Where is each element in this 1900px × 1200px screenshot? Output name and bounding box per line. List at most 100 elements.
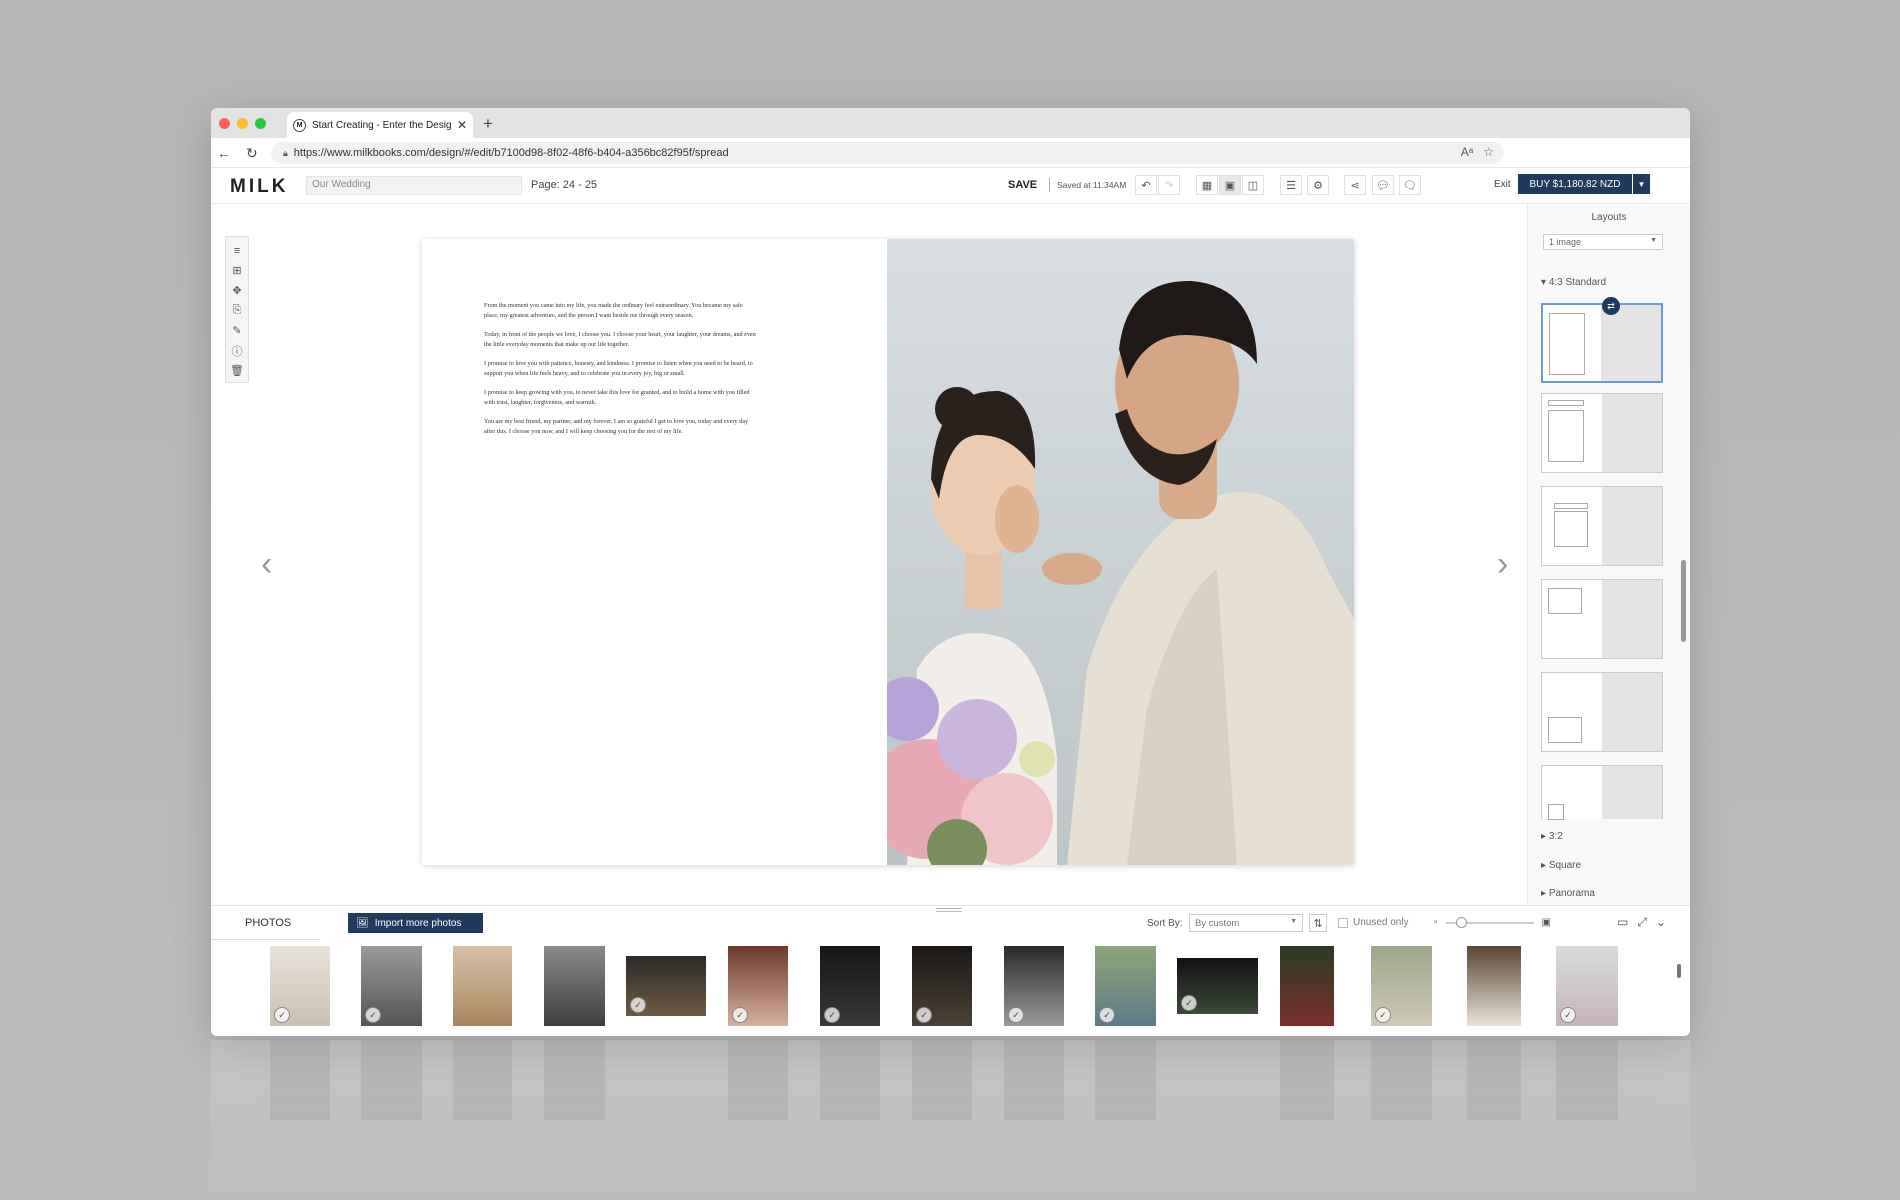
reload-icon[interactable]: ↻ bbox=[246, 145, 258, 162]
comment-button[interactable]: 💬︎ bbox=[1372, 175, 1394, 195]
photo-thumbnail[interactable]: ✓ bbox=[1095, 946, 1156, 1026]
buy-button[interactable]: BUY $1,180.82 NZD bbox=[1518, 174, 1632, 194]
chevron-down-icon[interactable]: ⌄ bbox=[1656, 915, 1666, 930]
settings-button[interactable]: ⚙ bbox=[1307, 175, 1329, 195]
unused-checkbox[interactable] bbox=[1338, 917, 1348, 928]
photo-thumbnail[interactable]: ✓ bbox=[1556, 946, 1618, 1026]
photo-thumbnail[interactable]: ✓ bbox=[1004, 946, 1064, 1026]
editor-canvas: ≡ ⊞ ✥ ⎘ ✎ ⓘ 🗑︎ ‹ › From the moment you c… bbox=[211, 205, 1527, 905]
vows-text-box[interactable]: From the moment you came into my life, y… bbox=[484, 301, 756, 446]
buy-dropdown-icon[interactable]: ▼ bbox=[1633, 174, 1650, 194]
browser-window: M Start Creating - Enter the Desig ✕ + ←… bbox=[211, 108, 1690, 1036]
exit-button[interactable]: Exit bbox=[1494, 179, 1511, 190]
photo-thumbnail[interactable]: ✓ bbox=[361, 946, 422, 1026]
photo-thumbnail[interactable]: ✓ bbox=[728, 946, 788, 1026]
unused-label: Unused only bbox=[1353, 917, 1409, 928]
layout-option[interactable]: ⇄ bbox=[1541, 297, 1663, 383]
vows-paragraph: From the moment you came into my life, y… bbox=[484, 302, 743, 319]
undo-button[interactable]: ↶ bbox=[1135, 175, 1157, 195]
layout-group-3-2[interactable]: ▸ 3:2 bbox=[1541, 831, 1563, 842]
close-window-button[interactable] bbox=[219, 118, 230, 129]
caret-right-icon: ▸ bbox=[1541, 831, 1549, 842]
window-reflection bbox=[211, 1040, 1690, 1200]
image-count-select[interactable]: 1 image ▼ bbox=[1543, 234, 1663, 250]
book-view-button[interactable]: ◫ bbox=[1242, 175, 1264, 195]
wedding-photo[interactable] bbox=[887, 239, 1354, 865]
url-field[interactable]: 🔒︎ https://www.milkbooks.com/design/#/ed… bbox=[271, 142, 1504, 164]
resize-handle[interactable] bbox=[936, 908, 962, 912]
layout-group-4-3[interactable]: ▾ 4:3 Standard bbox=[1541, 277, 1606, 288]
images-icon: 🖼︎ bbox=[356, 917, 369, 929]
save-button[interactable]: SAVE bbox=[1008, 179, 1037, 191]
copy-icon[interactable]: ⎘ bbox=[230, 303, 245, 318]
layout-option[interactable] bbox=[1541, 579, 1663, 659]
spread-view-button[interactable]: ▣ bbox=[1219, 175, 1241, 195]
redo-icon: ↷ bbox=[1164, 179, 1174, 192]
layout-group-square[interactable]: ▸ Square bbox=[1541, 860, 1581, 871]
element-toolstrip: ≡ ⊞ ✥ ⎘ ✎ ⓘ 🗑︎ bbox=[225, 236, 249, 383]
text-icon[interactable]: ≡ bbox=[230, 243, 245, 258]
browser-tab[interactable]: M Start Creating - Enter the Desig ✕ bbox=[287, 112, 473, 138]
layout-option[interactable] bbox=[1541, 765, 1663, 820]
maximize-window-button[interactable] bbox=[255, 118, 266, 129]
photo-thumbnail[interactable]: ✓ bbox=[912, 946, 972, 1026]
next-spread-icon[interactable]: › bbox=[1497, 545, 1508, 584]
photo-thumbnail[interactable]: ✓ bbox=[1177, 958, 1258, 1014]
layout-toggle-icon[interactable]: ▭ bbox=[1617, 915, 1628, 930]
photo-thumbnail[interactable] bbox=[1467, 946, 1521, 1026]
import-photos-button[interactable]: 🖼︎ Import more photos bbox=[348, 913, 483, 933]
photos-scrollbar[interactable] bbox=[1677, 964, 1681, 978]
image-count-value: 1 image bbox=[1549, 237, 1582, 247]
book-icon: ◫ bbox=[1247, 179, 1259, 192]
vows-paragraph: I promise to keep growing with you, to n… bbox=[484, 389, 750, 407]
layout-option[interactable] bbox=[1541, 672, 1663, 752]
checklist-button[interactable]: ☰ bbox=[1280, 175, 1302, 195]
back-icon[interactable]: ← bbox=[217, 145, 231, 161]
undo-icon: ↶ bbox=[1141, 179, 1151, 192]
slider-knob[interactable] bbox=[1455, 916, 1467, 928]
share-button[interactable]: ⋖ bbox=[1344, 175, 1366, 195]
photo-thumbnail[interactable] bbox=[453, 946, 512, 1026]
photo-thumbnail[interactable]: ✓ bbox=[820, 946, 880, 1026]
browser-tabbar: M Start Creating - Enter the Desig ✕ + bbox=[211, 108, 1690, 138]
new-tab-icon[interactable]: + bbox=[483, 114, 493, 134]
grid-view-button[interactable]: ▦ bbox=[1196, 175, 1218, 195]
edit-icon[interactable]: ✎ bbox=[230, 323, 245, 338]
lock-icon: 🔒︎ bbox=[283, 147, 288, 158]
layouts-scrollbar[interactable] bbox=[1681, 560, 1686, 642]
photo-thumbnail[interactable] bbox=[1280, 946, 1334, 1026]
photo-thumbnail[interactable]: ✓ bbox=[626, 956, 706, 1016]
layout-option[interactable] bbox=[1541, 486, 1663, 566]
read-aloud-icon[interactable]: Aᵃ bbox=[1461, 145, 1473, 159]
swap-pages-icon[interactable]: ⇄ bbox=[1602, 297, 1620, 315]
photo-thumbnail[interactable]: ✓ bbox=[270, 946, 330, 1026]
sort-direction-button[interactable]: ⇅ bbox=[1309, 914, 1327, 932]
book-spread[interactable]: From the moment you came into my life, y… bbox=[422, 239, 1354, 865]
expand-icon[interactable]: ⤢ bbox=[1637, 915, 1647, 930]
comment-icon: 💬︎ bbox=[1376, 179, 1390, 192]
add-image-icon[interactable]: ⊞ bbox=[230, 263, 245, 278]
milk-logo[interactable]: MILK bbox=[230, 176, 288, 198]
info-icon[interactable]: ⓘ bbox=[230, 343, 245, 358]
project-name-field[interactable]: Our Wedding bbox=[306, 176, 522, 195]
layout-group-panorama[interactable]: ▸ Panorama bbox=[1541, 888, 1595, 899]
chat-button[interactable]: 🗨︎ bbox=[1399, 175, 1421, 195]
unused-only-toggle[interactable]: Unused only bbox=[1338, 917, 1409, 928]
vows-paragraph: I promise to love you with patience, hon… bbox=[484, 360, 753, 377]
photos-tab[interactable]: PHOTOS bbox=[245, 917, 291, 929]
favorite-star-icon[interactable]: ☆ bbox=[1483, 145, 1494, 159]
sort-select[interactable]: By custom ▼ bbox=[1189, 914, 1303, 932]
photo-thumbnail[interactable] bbox=[544, 946, 605, 1026]
photo-thumbnail[interactable]: ✓ bbox=[1371, 946, 1432, 1026]
crop-icon[interactable]: ✥ bbox=[230, 283, 245, 298]
redo-button[interactable]: ↷ bbox=[1158, 175, 1180, 195]
left-page[interactable]: From the moment you came into my life, y… bbox=[422, 239, 887, 865]
trash-icon[interactable]: 🗑︎ bbox=[230, 363, 245, 378]
close-tab-icon[interactable]: ✕ bbox=[457, 118, 467, 132]
used-check-icon: ✓ bbox=[274, 1007, 290, 1023]
used-check-icon: ✓ bbox=[1099, 1007, 1115, 1023]
thumbnail-size-slider[interactable] bbox=[1445, 916, 1534, 928]
layout-option[interactable] bbox=[1541, 393, 1663, 473]
minimize-window-button[interactable] bbox=[237, 118, 248, 129]
prev-spread-icon[interactable]: ‹ bbox=[261, 545, 272, 584]
